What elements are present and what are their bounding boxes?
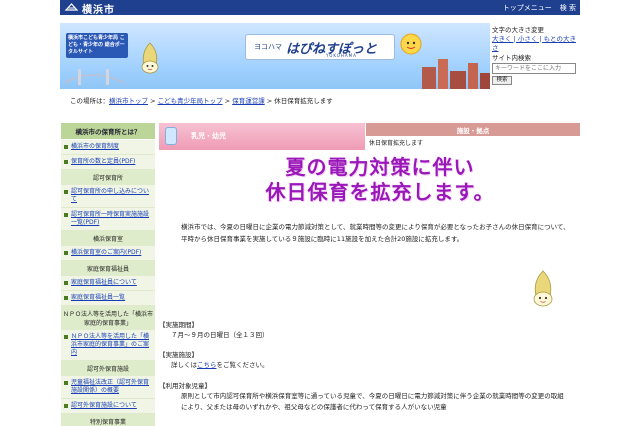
font-size-links[interactable]: 大きく | 小さく | もとの大きさ: [492, 35, 580, 53]
sidebar-subheading: 認可外保育施設: [61, 361, 155, 376]
city-name[interactable]: 横浜市: [82, 1, 115, 16]
search-button[interactable]: 検索: [492, 76, 512, 85]
intro-paragraph: 横浜市では、今夏の日曜日に企業の電力節減対策として、就業時間等の変更により保育が…: [181, 223, 570, 243]
sidebar-link[interactable]: 認可保育所の申し込みについて: [61, 185, 155, 208]
breadcrumb-item-childcare-division[interactable]: 保育運営課: [232, 97, 265, 105]
category-tab-label: 乳児・幼児: [191, 132, 226, 140]
city-logo-icon[interactable]: [64, 2, 79, 13]
portal-label[interactable]: 横浜市こども青少年局 こども・青少年の 総合ポータルサイト: [66, 33, 128, 58]
bottle-icon: [165, 127, 177, 145]
main-content: 乳児・幼児 施設・拠点 休日保育拡充します 夏の電力対策に伴い 休日保育を拡充し…: [159, 123, 580, 426]
eligibility-title: 【利用対象児童】: [159, 382, 211, 390]
sidebar-link[interactable]: 保育所の数と定員(PDF): [61, 155, 155, 170]
sidebar-subheading: 認可保育所: [61, 170, 155, 185]
eligibility-body: 原則として市内認可保育所や横浜保育室等に通っている児童で、今夏の日曜日に電力節減…: [181, 392, 564, 411]
banner: 横浜市こども青少年局 こども・青少年の 総合ポータルサイト ヨコハマ はぴねすぽ…: [60, 23, 490, 89]
search-link[interactable]: 検 索: [560, 3, 576, 13]
period-body: ７月～９月の日曜日（全１３回）: [171, 331, 269, 339]
facility-prefix: 詳しくは: [171, 361, 197, 369]
sidebar-link[interactable]: 認可保育所一時保育実施施設一覧(PDF): [61, 208, 155, 231]
skyline-icon: [422, 59, 490, 89]
page: 横浜市 トップメニュー 検 索 横浜市こども青少年局 こども・青少年の 総合ポー…: [60, 0, 580, 426]
facility-body: 詳しくはこちらをご覧ください。: [159, 360, 559, 370]
sidebar-link[interactable]: ＮＰＯ法人等を活用した「横浜市家庭的保育事業」のご案内: [61, 330, 155, 361]
bridge-icon: [64, 69, 124, 85]
site-title-box[interactable]: ヨコハマ はぴねすぽっと YOKOHAMA: [245, 34, 395, 60]
sidebar-subheading: ＮＰＯ法人等を活用した「横浜市家庭的保育事業」: [61, 306, 155, 330]
facility-title: 【実施施設】: [159, 351, 198, 359]
site-title-sub: YOKOHAMA: [326, 53, 357, 58]
mascot-icon: [533, 270, 553, 307]
breadcrumb-current: 休日保育拡充します: [274, 97, 333, 105]
top-menu-link[interactable]: トップメニュー: [503, 3, 552, 13]
period-section: 【実施期間】 ７月～９月の日曜日（全１３回）: [159, 320, 559, 340]
font-size-panel: 文字の大きさ変更 大きく | 小さく | もとの大きさ サイト内検索 検索: [492, 26, 580, 96]
search-input[interactable]: [492, 63, 576, 74]
sidebar-link[interactable]: 認可外保育施設について: [61, 399, 155, 414]
facility-tab[interactable]: 施設・拠点: [366, 123, 580, 136]
breadcrumb-item-city-top[interactable]: 横浜市トップ: [109, 97, 148, 105]
top-links: トップメニュー 検 索: [503, 3, 576, 13]
sidebar-subheading: 特別保育事業: [61, 414, 155, 426]
sidebar-link[interactable]: 児童福祉法改正（認可外保育施設関係）の概要: [61, 376, 155, 399]
facility-section: 【実施施設】 詳しくはこちらをご覧ください。: [159, 350, 559, 370]
category-tab[interactable]: [159, 123, 365, 150]
headline-line1: 夏の電力対策に伴い: [285, 155, 475, 179]
breadcrumb-item-bureau-top[interactable]: こども青少年局トップ: [158, 97, 223, 105]
breadcrumb-prefix: この場所は：: [70, 97, 109, 105]
font-size-title: 文字の大きさ変更: [492, 26, 544, 34]
mascot-icon: [141, 42, 159, 74]
sidebar-link[interactable]: 横浜市の保育制度: [61, 140, 155, 155]
headline: 夏の電力対策に伴い 休日保育を拡充します。: [225, 155, 535, 205]
site-search-label: サイト内検索: [492, 54, 531, 62]
page-margin-left: [0, 0, 60, 426]
sidebar-subheading: 家庭保育福祉員: [61, 261, 155, 276]
facility-suffix: をご覧ください。: [216, 361, 269, 369]
eligibility-section: 【利用対象児童】 原則として市内認可保育所や横浜保育室等に通っている児童で、今夏…: [159, 381, 569, 413]
facility-link[interactable]: こちら: [197, 361, 217, 369]
site-title-prefix: ヨコハマ: [254, 43, 282, 51]
facility-tab-label: 施設・拠点: [456, 127, 490, 135]
top-bar: 横浜市 トップメニュー 検 索: [60, 0, 580, 16]
headline-line2: 休日保育を拡充します。: [265, 180, 495, 204]
page-note: 休日保育拡充します: [369, 140, 424, 147]
sidebar-subheading: 横浜保育室: [61, 231, 155, 246]
sidebar: 横浜市の保育所とは？ 横浜市の保育制度 保育所の数と定員(PDF) 認可保育所 …: [61, 123, 155, 426]
sidebar-link[interactable]: 横浜保育室のご案内(PDF): [61, 246, 155, 261]
breadcrumb: この場所は：横浜市トップ > こども青少年局トップ > 保育運営課 > 休日保育…: [70, 97, 333, 105]
sidebar-heading[interactable]: 横浜市の保育所とは？: [61, 123, 155, 140]
period-title: 【実施期間】: [159, 321, 198, 329]
sidebar-link[interactable]: 家庭保育福祉員一覧: [61, 291, 155, 306]
sidebar-link[interactable]: 家庭保育福祉員について: [61, 276, 155, 291]
page-margin-right: [580, 0, 640, 426]
